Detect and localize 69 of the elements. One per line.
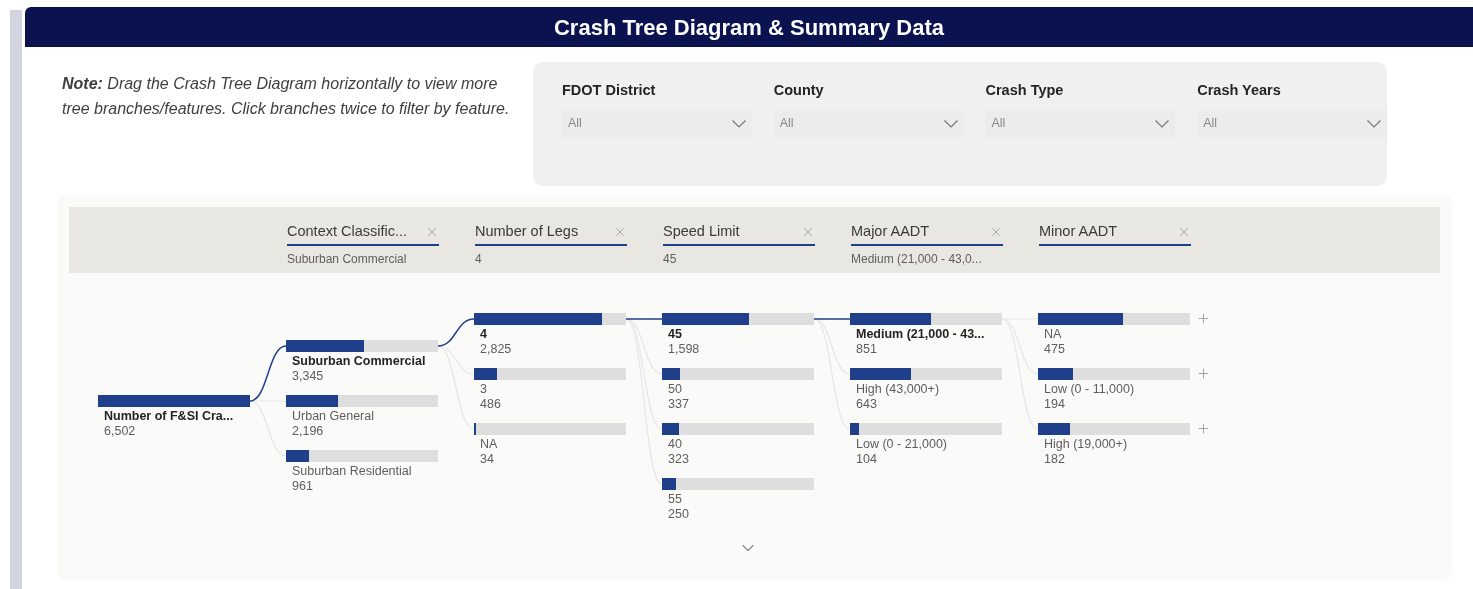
level-filter: Suburban Commercial: [287, 250, 408, 268]
node-value: 182: [1044, 452, 1066, 467]
level-filter: 45: [663, 250, 678, 268]
node-label: 45: [668, 327, 683, 342]
level-filter: 4: [475, 250, 483, 268]
node-value: 851: [856, 342, 878, 357]
level-header[interactable]: Number of Legs: [475, 221, 627, 246]
node-value: 194: [1044, 397, 1066, 412]
bar-track[interactable]: [662, 423, 814, 435]
filter-label: County: [773, 81, 825, 100]
node-label: Low (0 - 11,000): [1044, 382, 1136, 397]
filter-label: Crash Years: [1197, 81, 1282, 100]
node-value: 486: [480, 397, 502, 412]
node-label: 4: [480, 327, 488, 342]
level-header[interactable]: Minor AADT: [1039, 221, 1191, 246]
bar-track[interactable]: [474, 368, 626, 380]
node-label: Number of F&SI Cra...: [104, 409, 235, 424]
node-label: Low (0 - 21,000): [856, 437, 949, 452]
bar-track[interactable]: [474, 423, 626, 435]
bar-track[interactable]: [850, 368, 1002, 380]
bar-track[interactable]: [850, 313, 1002, 325]
node-label: High (19,000+): [1044, 437, 1129, 452]
node-value: 1,598: [668, 342, 701, 357]
level-filter: Medium (21,000 - 43,0...: [851, 250, 983, 268]
node-value: 323: [668, 452, 690, 467]
bar-track[interactable]: [1038, 423, 1190, 435]
filter-label: FDOT District: [562, 81, 657, 100]
note-text: Note: Drag the Crash Tree Diagram horizontally to view more tree branches/features. Click branches twice to filter by feature.: [62, 74, 511, 119]
node-label: Medium (21,000 - 43...: [856, 327, 986, 342]
node-value: 337: [668, 397, 690, 412]
node-label: NA: [1044, 327, 1063, 342]
node-value: 104: [856, 452, 878, 467]
node-value: 2,825: [480, 342, 513, 357]
node-label: NA: [480, 437, 499, 452]
bar-track[interactable]: [1038, 313, 1190, 325]
bar-track[interactable]: [662, 478, 814, 490]
bar-track[interactable]: [286, 450, 438, 462]
node-value: 34: [480, 452, 495, 467]
bar-track[interactable]: [662, 368, 814, 380]
node-value: 2,196: [292, 424, 325, 439]
chevron-down-icon: [943, 119, 958, 128]
bar-track[interactable]: [286, 340, 438, 352]
node-label: 3: [480, 382, 488, 397]
node-value: 6,502: [104, 424, 137, 439]
node-label: Suburban Residential: [292, 464, 413, 479]
node-label: Urban General: [292, 409, 375, 424]
chevron-down-icon: [731, 119, 746, 128]
node-value: 643: [856, 397, 878, 412]
page-title: Crash Tree Diagram & Summary Data: [553, 13, 945, 42]
bar-track[interactable]: [474, 313, 626, 325]
node-label: High (43,000+): [856, 382, 941, 397]
node-label: Suburban Commercial: [292, 354, 427, 369]
bar-track[interactable]: [662, 313, 814, 325]
level-header[interactable]: Major AADT: [851, 221, 1003, 246]
node-label: 40: [668, 437, 683, 452]
node-value: 250: [668, 507, 690, 522]
level-header[interactable]: Context Classific...: [287, 221, 439, 246]
node-label: 50: [668, 382, 683, 397]
bar-track[interactable]: [850, 423, 1002, 435]
node-value: 475: [1044, 342, 1066, 357]
level-header[interactable]: Speed Limit: [663, 221, 815, 246]
bar-track[interactable]: [286, 395, 438, 407]
node-value: 3,345: [292, 369, 325, 384]
node-value: 961: [292, 479, 314, 494]
chevron-down-icon: [1155, 119, 1170, 128]
node-label: 55: [668, 492, 683, 507]
bar-track[interactable]: [1038, 368, 1190, 380]
filter-label: Crash Type: [985, 81, 1065, 100]
chevron-down-icon: [1367, 119, 1381, 128]
